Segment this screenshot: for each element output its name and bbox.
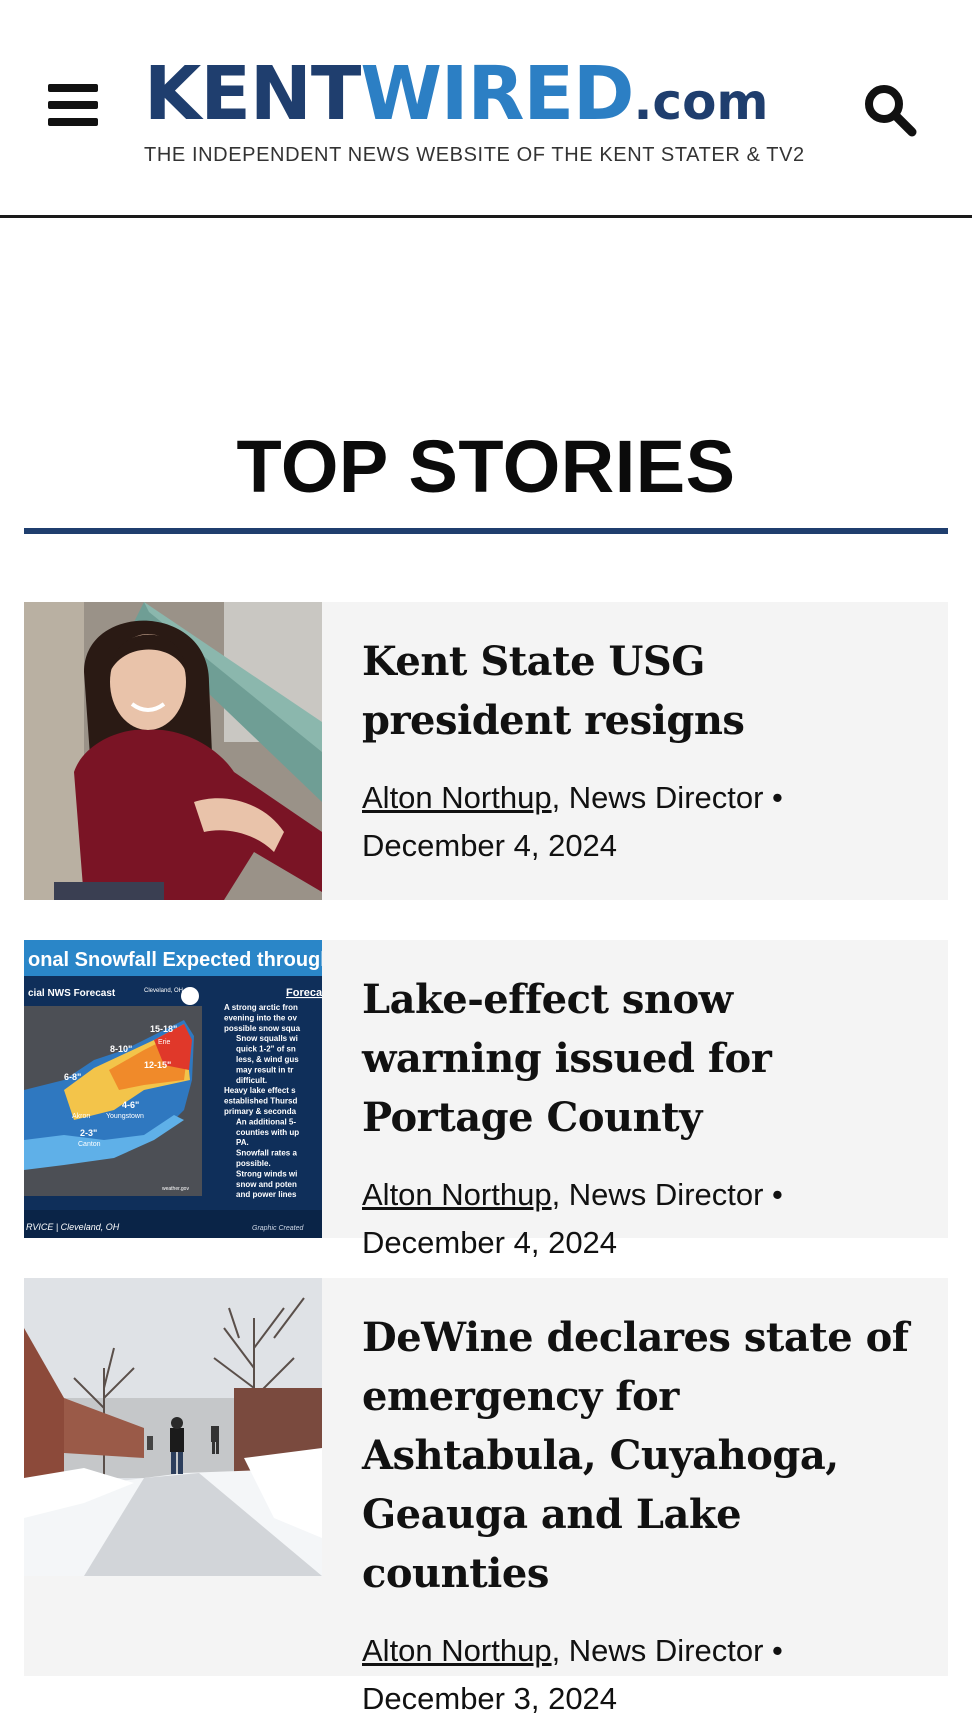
story-thumbnail[interactable] [24, 1278, 322, 1576]
forecast-bullet-text: possible. [236, 1159, 271, 1168]
author-role: , News Director • [551, 780, 783, 815]
svg-text:4-6": 4-6" [122, 1100, 139, 1110]
svg-text:Canton: Canton [78, 1141, 101, 1148]
story-meta: Alton Northup, News Director • December 4… [362, 774, 922, 870]
svg-text:8-10": 8-10" [110, 1044, 132, 1054]
story-date: December 4, 2024 [362, 828, 618, 863]
site-header: KENTWIRED.com THE INDEPENDENT NEWS WEBSI… [0, 0, 972, 218]
site-logo[interactable]: KENTWIRED.com THE INDEPENDENT NEWS WEBSI… [144, 51, 810, 166]
forecast-bullet-text: and power lines [236, 1190, 297, 1199]
story-thumbnail[interactable]: onal Snowfall Expected through cial NWS … [24, 940, 322, 1238]
forecast-bullet-text: difficult. [236, 1076, 267, 1085]
story-title-link[interactable]: Lake-effect snow warning issued for Port… [362, 976, 772, 1141]
author-link[interactable]: Alton Northup [362, 1177, 552, 1212]
svg-text:Akron: Akron [72, 1113, 90, 1120]
story-body: Kent State USG president resigns Alton N… [362, 632, 922, 870]
svg-text:Erie: Erie [158, 1039, 171, 1046]
forecast-bullet-text: evening into the ov [224, 1013, 297, 1022]
forecast-bullet-text: quick 1-2" of sn [236, 1045, 296, 1054]
forecast-bullet-text: less, & wind gus [236, 1055, 299, 1064]
forecast-bullet-text: established Thursd [224, 1097, 297, 1106]
story-title: Kent State USG president resigns [362, 632, 922, 750]
story-meta: Alton Northup, News Director • December 3… [362, 1627, 922, 1723]
forecast-bullet-text: snow and poten [236, 1180, 297, 1189]
svg-text:RVICE | Cleveland, OH: RVICE | Cleveland, OH [26, 1222, 120, 1232]
author-link[interactable]: Alton Northup [362, 1633, 552, 1668]
forecast-bullet-text: An additional 5- [236, 1117, 296, 1126]
svg-text:15-18": 15-18" [150, 1024, 177, 1034]
section-title: TOP STORIES [236, 425, 736, 508]
story-body: DeWine declares state of emergency for A… [362, 1308, 922, 1723]
svg-text:Graphic Created: Graphic Created [252, 1225, 304, 1232]
svg-text:6-8": 6-8" [64, 1072, 81, 1082]
hamburger-menu-icon[interactable] [48, 84, 98, 128]
story-card: Kent State USG president resigns Alton N… [24, 602, 948, 900]
forecast-bullet-text: A strong arctic fron [224, 1003, 298, 1012]
story-thumbnail[interactable] [24, 602, 322, 900]
forecast-bullet-text: Snowfall rates a [236, 1149, 297, 1158]
story-date: December 3, 2024 [362, 1681, 618, 1716]
author-role: , News Director • [551, 1633, 783, 1668]
author-role: , News Director • [551, 1177, 783, 1212]
story-card: DeWine declares state of emergency for A… [24, 1278, 948, 1716]
section-divider [24, 528, 948, 534]
svg-text:onal Snowfall Expected through: onal Snowfall Expected through [28, 949, 322, 971]
story-meta: Alton Northup, News Director • December 4… [362, 1171, 922, 1267]
story-title: DeWine declares state of emergency for A… [362, 1308, 922, 1603]
story-card: onal Snowfall Expected through cial NWS … [24, 940, 948, 1260]
story-title-link[interactable]: Kent State USG president resigns [362, 638, 745, 744]
svg-text:12-15": 12-15" [144, 1060, 171, 1070]
logo-wordmark: KENTWIRED.com [144, 51, 769, 137]
forecast-bullet-text: possible snow squa [224, 1024, 301, 1033]
forecast-bullet-text: primary & seconda [224, 1107, 297, 1116]
story-title: Lake-effect snow warning issued for Port… [362, 970, 922, 1147]
svg-text:cial NWS Forecast: cial NWS Forecast [28, 988, 116, 999]
story-date: December 4, 2024 [362, 1225, 618, 1260]
forecast-bullet-text: Heavy lake effect s [224, 1086, 296, 1095]
svg-text:Foreca: Foreca [286, 987, 322, 999]
svg-text:weather.gov: weather.gov [162, 1186, 189, 1192]
forecast-bullet-text: PA. [236, 1138, 249, 1147]
story-body: Lake-effect snow warning issued for Port… [362, 970, 922, 1267]
forecast-bullet-text: Snow squalls wi [236, 1034, 298, 1043]
svg-text:2-3": 2-3" [80, 1128, 97, 1138]
search-icon[interactable] [862, 82, 918, 138]
forecast-bullet-text: may result in tr [236, 1065, 293, 1074]
svg-text:Youngstown: Youngstown [106, 1113, 144, 1120]
logo-tagline: THE INDEPENDENT NEWS WEBSITE OF THE KENT… [144, 144, 805, 166]
forecast-bullet-text: counties with up [236, 1128, 299, 1137]
author-link[interactable]: Alton Northup [362, 780, 552, 815]
forecast-bullet-text: Strong winds wi [236, 1169, 297, 1178]
story-title-link[interactable]: DeWine declares state of emergency for A… [362, 1314, 909, 1597]
svg-text:Cleveland, OH: Cleveland, OH [144, 988, 183, 994]
